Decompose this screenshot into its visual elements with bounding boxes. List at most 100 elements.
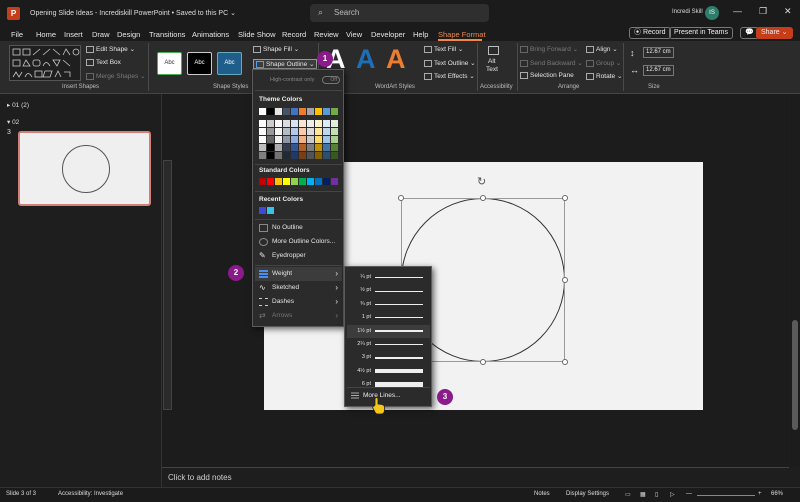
present-in-teams-button[interactable]: Present in Teams [669,27,733,39]
wordart-style-2[interactable]: A [356,44,376,75]
text-outline-button[interactable]: Text Outline ⌄ [424,59,476,67]
standard-color-swatch[interactable] [299,178,306,185]
theme-color-swatch[interactable] [307,152,314,159]
theme-color-swatch[interactable] [315,136,322,143]
standard-color-swatch[interactable] [291,178,298,185]
shape-style-2[interactable]: Abc [187,52,212,75]
theme-color-swatch[interactable] [323,152,330,159]
weight-option[interactable]: ¾ pt [347,298,430,311]
theme-color-swatch[interactable] [267,120,274,127]
theme-color-swatch[interactable] [315,128,322,135]
zoom-slider[interactable] [697,495,755,496]
alt-text-button[interactable]: Alt Text [482,45,506,83]
standard-color-swatch[interactable] [267,178,274,185]
theme-color-swatch[interactable] [315,144,322,151]
theme-color-swatch[interactable] [275,108,282,115]
rotate-handle-icon[interactable]: ↻ [477,175,486,188]
theme-color-swatch[interactable] [323,144,330,151]
tab-help[interactable]: Help [413,30,428,39]
text-fill-button[interactable]: Text Fill ⌄ [424,45,463,53]
zoom-out-button[interactable]: — [686,491,692,497]
resize-handle[interactable] [562,359,568,365]
weight-option[interactable]: 3 pt [347,351,430,364]
theme-color-swatch[interactable] [331,152,338,159]
theme-color-swatch[interactable] [259,128,266,135]
theme-color-swatch[interactable] [275,120,282,127]
tab-file[interactable]: File [11,30,23,39]
tab-design[interactable]: Design [117,30,140,39]
resize-handle[interactable] [480,359,486,365]
theme-color-swatch[interactable] [283,144,290,151]
theme-color-swatch[interactable] [267,128,274,135]
more-lines-item[interactable]: More Lines... [347,389,430,403]
maximize-button[interactable]: ❐ [759,6,767,17]
standard-color-swatch[interactable] [283,178,290,185]
shape-style-1[interactable]: Abc [157,52,182,75]
theme-color-swatch[interactable] [331,108,338,115]
weight-option[interactable]: 1 pt [347,311,430,324]
tab-animations[interactable]: Animations [192,30,229,39]
theme-color-swatch[interactable] [299,108,306,115]
shapes-gallery[interactable] [9,45,81,81]
standard-color-swatch[interactable] [323,178,330,185]
theme-color-swatch[interactable] [275,128,282,135]
standard-color-swatch[interactable] [315,178,322,185]
display-settings-button[interactable]: Display Settings [566,491,609,497]
theme-color-swatch[interactable] [291,152,298,159]
normal-view-icon[interactable]: ▭ [625,491,631,498]
theme-color-swatch[interactable] [259,136,266,143]
selection-pane-button[interactable]: Selection Pane [520,72,574,79]
theme-color-swatch[interactable] [331,120,338,127]
theme-color-swatch[interactable] [299,136,306,143]
section-header[interactable]: ▾ 02 [7,118,19,126]
theme-color-swatch[interactable] [291,120,298,127]
standard-color-row[interactable] [259,178,339,186]
theme-color-swatch[interactable] [267,152,274,159]
theme-color-swatch[interactable] [307,128,314,135]
accessibility-status[interactable]: Accessibility: Investigate [58,491,123,497]
no-outline-item[interactable]: No Outline [255,221,342,235]
reading-view-icon[interactable]: ▯ [655,491,658,498]
theme-color-swatch[interactable] [283,120,290,127]
theme-color-swatch[interactable] [259,144,266,151]
theme-color-swatch[interactable] [307,144,314,151]
tab-view[interactable]: View [346,30,362,39]
theme-color-swatch[interactable] [291,136,298,143]
group-button[interactable]: Group ⌄ [586,59,621,67]
theme-color-swatch[interactable] [323,128,330,135]
zoom-level[interactable]: 66% [771,491,783,497]
weight-option[interactable]: 4½ pt [347,365,430,378]
theme-color-swatch[interactable] [299,152,306,159]
theme-color-swatch[interactable] [291,128,298,135]
theme-color-swatch[interactable] [275,144,282,151]
standard-color-swatch[interactable] [307,178,314,185]
record-button[interactable]: ⦿ Record [629,27,671,39]
weight-option[interactable]: 2¼ pt [347,338,430,351]
slide-sorter-icon[interactable]: ▦ [640,491,646,498]
dashes-item[interactable]: Dashes › [255,295,342,309]
align-button[interactable]: Align ⌄ [586,45,618,53]
resize-handle[interactable] [480,195,486,201]
recent-color-swatch[interactable] [259,207,266,214]
theme-color-swatch[interactable] [331,136,338,143]
resize-handle[interactable] [562,195,568,201]
theme-color-swatch[interactable] [259,108,266,115]
theme-color-swatch[interactable] [275,152,282,159]
tab-record[interactable]: Record [282,30,306,39]
sketched-item[interactable]: ∿ Sketched › [255,281,342,295]
theme-color-swatch[interactable] [283,152,290,159]
theme-color-swatch[interactable] [307,108,314,115]
minimize-button[interactable]: — [733,6,742,16]
merge-shapes-button[interactable]: Merge Shapes ⌄ [86,72,146,80]
shape-outline-button[interactable]: Shape Outline ⌄ [253,59,318,69]
theme-color-swatch[interactable] [307,136,314,143]
theme-color-swatch[interactable] [331,144,338,151]
theme-color-swatch[interactable] [331,128,338,135]
recent-color-swatch[interactable] [267,207,274,214]
text-box-button[interactable]: Text Box [86,59,121,66]
high-contrast-toggle[interactable]: Off [322,76,340,84]
tab-transitions[interactable]: Transitions [149,30,185,39]
scrollbar-thumb[interactable] [792,320,798,430]
theme-color-swatch[interactable] [283,136,290,143]
theme-color-swatch[interactable] [259,120,266,127]
